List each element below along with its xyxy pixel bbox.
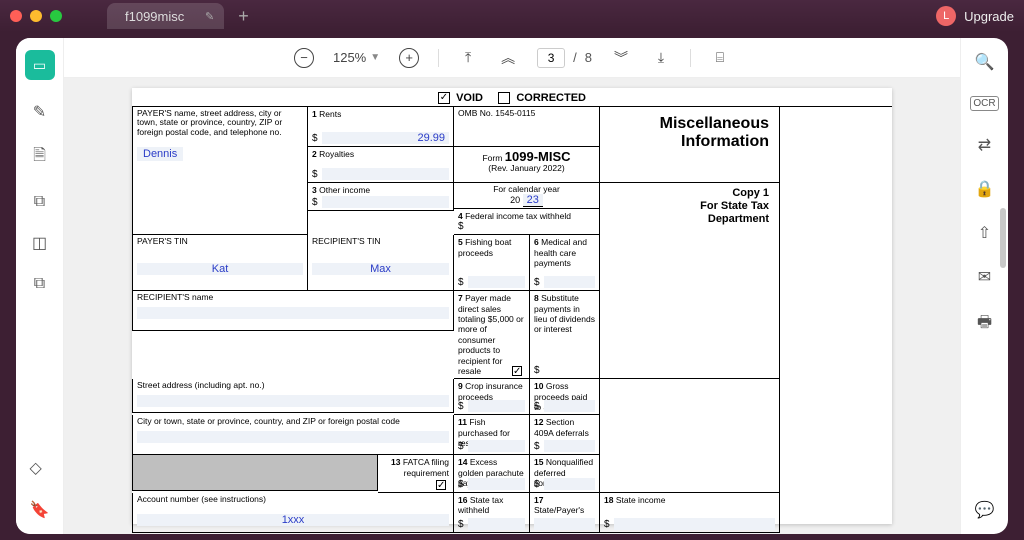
print-icon[interactable]: 🖶 (977, 311, 992, 338)
share-icon[interactable]: ⇧ (978, 223, 991, 243)
top-toolbar: − 125%▼ + ⤒ ︽ / 8 ︾ ⤓ ⌸ (64, 38, 960, 78)
void-checkbox[interactable]: ✓ (438, 92, 450, 104)
payer-tin-field[interactable]: Kat (137, 263, 303, 275)
first-page-button[interactable]: ⤒ (457, 47, 479, 69)
avatar[interactable]: L (936, 6, 956, 26)
recipient-tin-field[interactable]: Max (312, 263, 449, 275)
next-page-button[interactable]: ︾ (610, 47, 632, 69)
lock-icon[interactable]: 🔒 (975, 179, 995, 199)
box1-field[interactable]: 29.99 (322, 132, 449, 144)
page-view-icon[interactable]: ▭ (25, 50, 55, 80)
box5-field[interactable] (468, 276, 525, 288)
tab-title: f1099misc (125, 9, 184, 24)
calendar-year-field[interactable]: 23 (523, 194, 543, 207)
minimize-window[interactable] (30, 10, 42, 22)
mail-icon[interactable]: ✉ (978, 267, 991, 287)
page-total: 8 (585, 50, 592, 65)
left-toolbar: ▭ ✎ 🗎 ⧉ ◫ ⧉ ◇ 🔖 (16, 38, 64, 534)
scrollbar-thumb[interactable] (1000, 208, 1006, 268)
box17-field[interactable] (534, 518, 595, 530)
close-window[interactable] (10, 10, 22, 22)
zoom-out-button[interactable]: − (293, 47, 315, 69)
upgrade-button[interactable]: Upgrade (964, 9, 1014, 24)
new-tab-button[interactable]: + (238, 6, 249, 27)
crop-icon[interactable]: ◫ (32, 233, 47, 253)
comment-icon[interactable]: 💬 (975, 500, 995, 520)
document-tab[interactable]: f1099misc ✎ (107, 3, 224, 29)
box10-field[interactable] (544, 400, 595, 412)
window-controls[interactable] (10, 10, 62, 22)
box18-field[interactable] (614, 518, 775, 530)
box9-field[interactable] (468, 400, 525, 412)
copy-icon[interactable]: ⧉ (34, 193, 45, 211)
separator (690, 49, 691, 67)
page-input[interactable] (537, 48, 565, 68)
convert-icon[interactable]: ⇄ (978, 135, 991, 155)
box12-field[interactable] (544, 440, 595, 452)
page-counter: / 8 (537, 48, 592, 68)
pdf-page: ✓ VOID CORRECTED PAYER'S name, street ad… (132, 88, 892, 524)
ocr-icon[interactable]: OCR (970, 96, 998, 111)
document-area[interactable]: ✓ VOID CORRECTED PAYER'S name, street ad… (64, 78, 960, 534)
recipient-name-field[interactable] (137, 307, 449, 319)
payer-value[interactable]: Dennis (137, 147, 183, 161)
box13-checkbox[interactable]: ✓ (436, 480, 446, 490)
right-toolbar: 🔍 OCR ⇄ 🔒 ⇧ ✉ 🖶 💬 (960, 38, 1008, 534)
zoom-select[interactable]: 125%▼ (333, 50, 380, 65)
box11-field[interactable] (468, 440, 525, 452)
box16-field[interactable] (468, 518, 525, 530)
maximize-window[interactable] (50, 10, 62, 22)
search-icon[interactable]: 🔍 (975, 52, 995, 72)
caret-down-icon: ▼ (370, 52, 380, 63)
account-field[interactable]: 1xxx (137, 514, 449, 526)
box14-field[interactable] (468, 478, 525, 490)
box7-checkbox[interactable]: ✓ (512, 366, 522, 376)
highlight-icon[interactable]: ✎ (33, 102, 46, 122)
separator (438, 49, 439, 67)
zoom-in-button[interactable]: + (398, 47, 420, 69)
stack-icon[interactable]: ◇ (30, 458, 50, 478)
box15-field[interactable] (544, 478, 595, 490)
last-page-button[interactable]: ⤓ (650, 47, 672, 69)
bookmark-icon[interactable]: 🔖 (30, 500, 50, 520)
note-icon[interactable]: 🗎 (33, 144, 46, 171)
box2-field[interactable] (322, 168, 449, 180)
prev-page-button[interactable]: ︽ (497, 47, 519, 69)
present-icon[interactable]: ⌸ (709, 47, 731, 69)
payer-label: PAYER'S name, street address, city or to… (137, 109, 303, 137)
box3-field[interactable] (322, 196, 449, 208)
box6-field[interactable] (544, 276, 595, 288)
layers-icon[interactable]: ⧉ (34, 275, 45, 293)
street-field[interactable] (137, 395, 449, 407)
city-field[interactable] (137, 431, 449, 443)
corrected-checkbox[interactable] (498, 92, 510, 104)
edit-tab-icon[interactable]: ✎ (205, 10, 214, 23)
